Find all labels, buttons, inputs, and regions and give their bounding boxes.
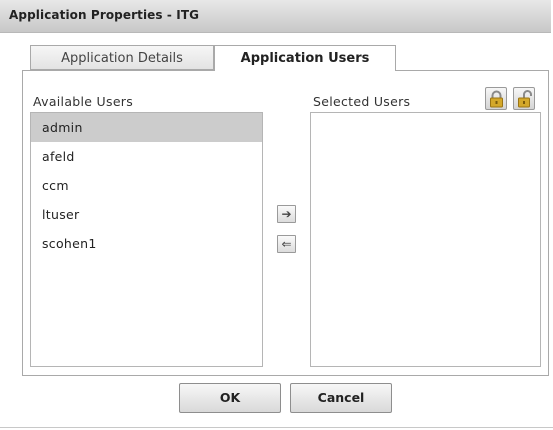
arrow-left-icon: ⇐ (281, 237, 292, 251)
remove-user-button[interactable]: ⇐ (277, 235, 296, 253)
dialog-title: Application Properties - ITG (9, 8, 200, 22)
title-bar: Application Properties - ITG (0, 0, 551, 33)
list-item-afeld[interactable]: afeld (31, 142, 262, 171)
application-properties-dialog: Application Properties - ITG Application… (0, 0, 553, 430)
divider (0, 427, 553, 428)
tab-application-details[interactable]: Application Details (30, 45, 214, 70)
add-user-button[interactable]: ➔ (277, 205, 296, 223)
tab-label: Application Details (61, 51, 183, 66)
available-users-label: Available Users (33, 94, 134, 109)
list-item-ltuser[interactable]: ltuser (31, 200, 262, 229)
ok-button[interactable]: OK (179, 383, 281, 413)
cancel-button[interactable]: Cancel (290, 383, 392, 413)
available-users-list[interactable]: admin afeld ccm ltuser scohen1 (30, 112, 263, 367)
unlock-button[interactable] (513, 87, 535, 110)
lock-icon (490, 90, 503, 108)
lock-button[interactable] (485, 87, 507, 110)
tab-application-users[interactable]: Application Users (214, 45, 396, 71)
selected-users-label: Selected Users (313, 94, 411, 109)
list-item-admin[interactable]: admin (31, 113, 262, 142)
list-item-scohen1[interactable]: scohen1 (31, 229, 262, 258)
arrow-right-icon: ➔ (281, 207, 292, 221)
list-item-ccm[interactable]: ccm (31, 171, 262, 200)
selected-users-list[interactable] (310, 112, 541, 367)
unlock-icon (518, 90, 532, 108)
tab-label: Application Users (240, 51, 370, 66)
